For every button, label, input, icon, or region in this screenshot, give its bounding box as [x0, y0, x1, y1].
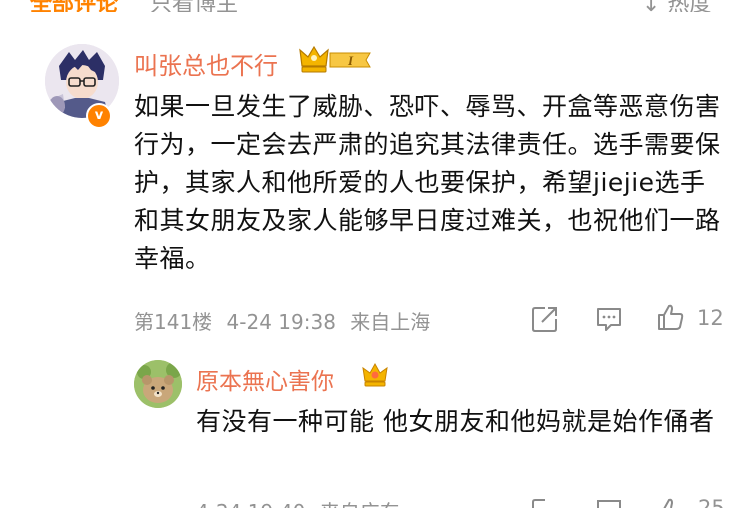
floor-number: 第141楼 — [134, 310, 213, 334]
sort-by-heat[interactable]: ↓ 热度 — [642, 0, 711, 12]
reply-location: 来自广东 — [320, 500, 400, 508]
reply-avatar-image — [134, 360, 182, 408]
comment-location: 来自上海 — [350, 310, 431, 334]
reply-username[interactable]: 原本無心害你 — [196, 362, 334, 396]
sort-bar: 全部评论 只看博主 ↓ 热度 — [0, 0, 750, 12]
reply-meta-row: 4-24 19:40 来自广东 25 — [196, 496, 736, 508]
reply-share-icon[interactable] — [530, 496, 560, 508]
reply-like-icon[interactable] — [656, 496, 686, 508]
crown-icon — [362, 362, 388, 387]
reply-avatar[interactable] — [134, 360, 182, 408]
reply-meta: 4-24 19:40 来自广东 — [196, 496, 400, 508]
level-badge-text: I — [347, 53, 354, 68]
reply-comment-icon[interactable] — [594, 496, 624, 508]
comment-icon[interactable] — [594, 304, 624, 334]
like-icon[interactable] — [656, 302, 686, 332]
reply-date: 4-24 19:40 — [196, 500, 305, 508]
comment-text: 如果一旦发生了威胁、恐吓、辱骂、开盒等恶意伤害行为，一定会去严肃的追究其法律责任… — [134, 92, 721, 273]
comment-meta: 第141楼 4-24 19:38 来自上海 — [134, 306, 430, 335]
reply-text: 有没有一种可能 他女朋友和他妈就是始作俑者 — [196, 407, 715, 436]
tab-blogger-only[interactable]: 只看博主 — [150, 0, 238, 12]
verified-badge: v — [86, 103, 112, 129]
crown-level-icon: I — [299, 45, 371, 73]
like-count: 12 — [697, 306, 724, 330]
reply-like-count: 25 — [698, 496, 725, 508]
tab-all-comments[interactable]: 全部评论 — [30, 0, 118, 12]
share-icon[interactable] — [530, 304, 560, 334]
comment-username[interactable]: 叫张总也不行 — [134, 46, 278, 81]
comment-date: 4-24 19:38 — [226, 310, 336, 334]
